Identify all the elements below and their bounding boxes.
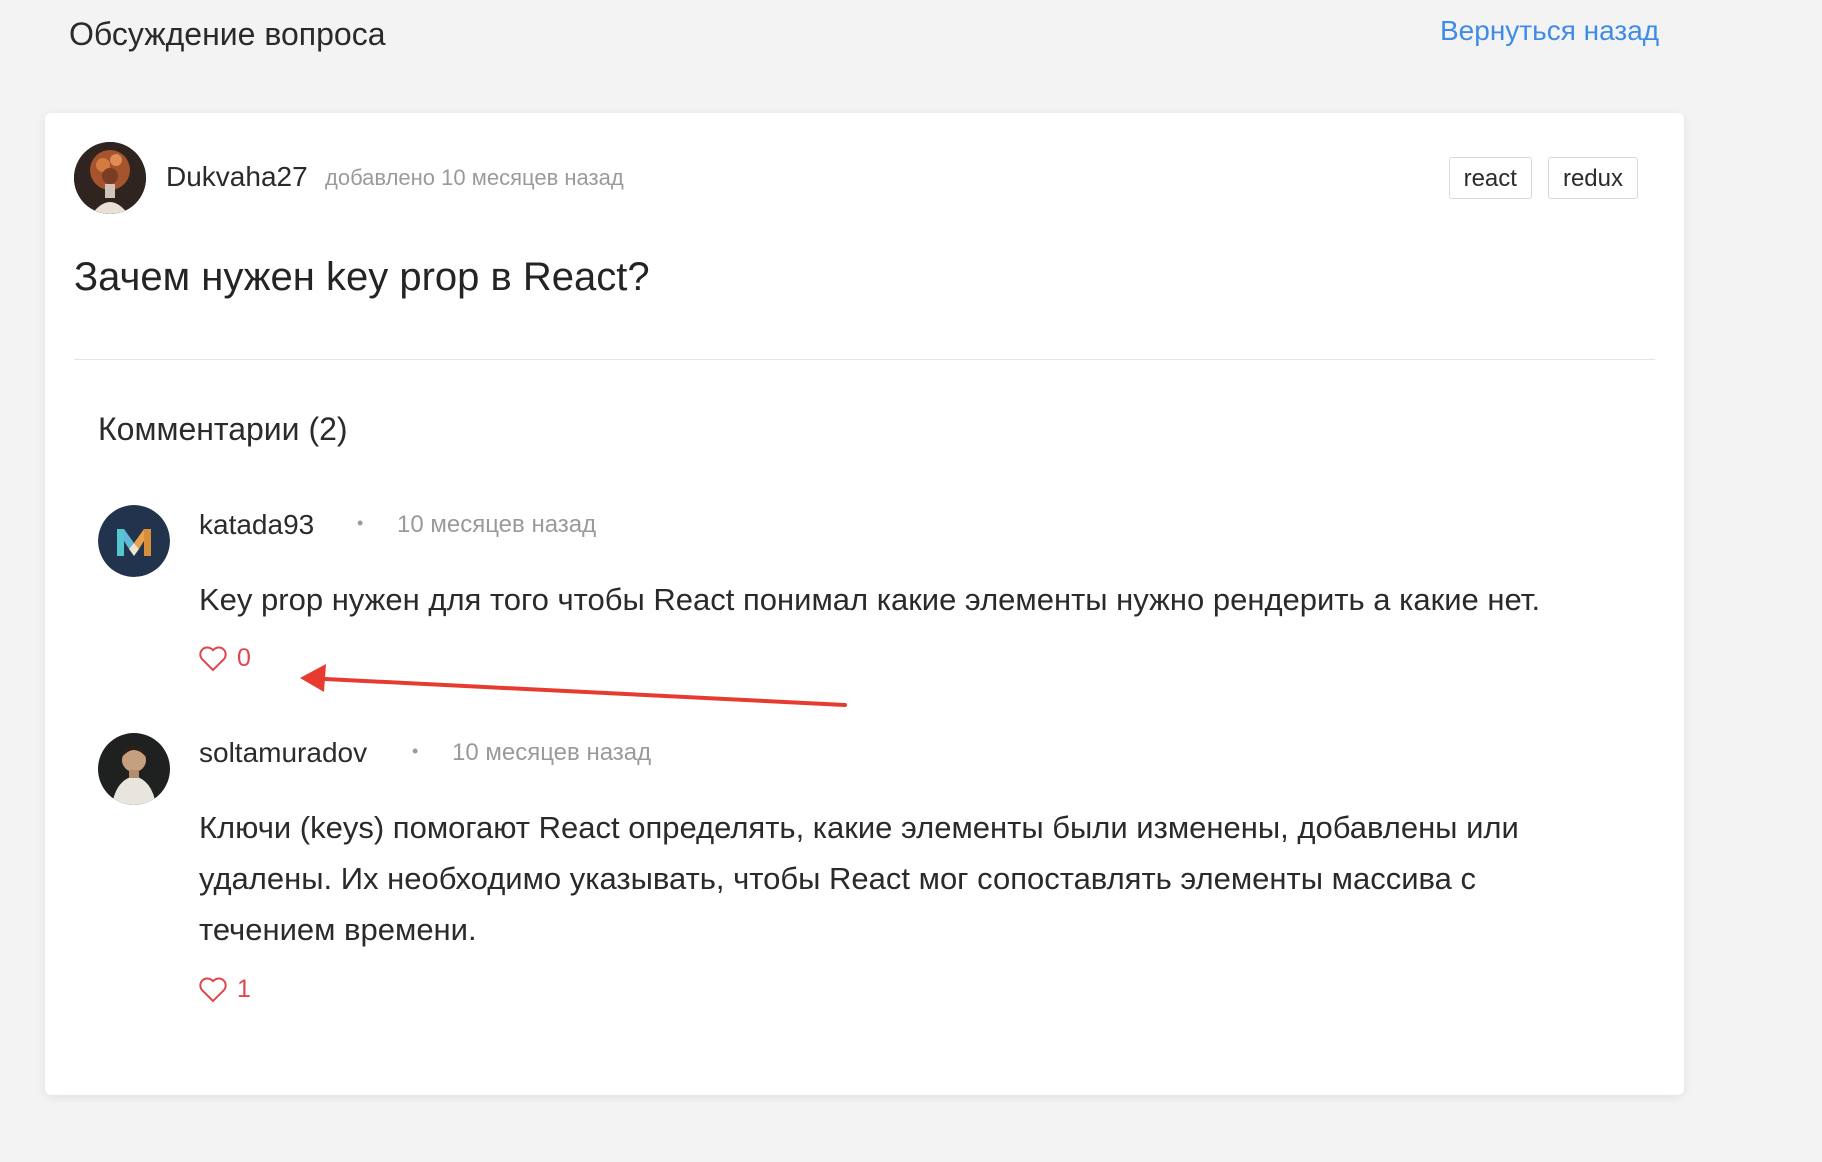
dot-separator: • xyxy=(357,513,364,533)
comment-avatar[interactable] xyxy=(98,733,170,805)
author-name[interactable]: Dukvaha27 xyxy=(166,161,308,193)
page-title: Обсуждение вопроса xyxy=(69,16,386,52)
like-count: 0 xyxy=(237,644,251,672)
dot-separator: • xyxy=(412,741,419,761)
comment-avatar[interactable] xyxy=(98,505,170,577)
like-count: 1 xyxy=(237,975,251,1003)
page-header: Обсуждение вопроса Вернуться назад xyxy=(0,0,1822,80)
divider xyxy=(74,359,1655,360)
comment-text: Ключи (keys) помогают React определять, … xyxy=(199,810,1519,947)
comment-author[interactable]: katada93 xyxy=(199,509,314,541)
tag-redux[interactable]: redux xyxy=(1547,157,1638,199)
author-avatar-image xyxy=(74,142,146,214)
comment-author[interactable]: soltamuradov xyxy=(199,737,367,769)
like-button[interactable]: 0 xyxy=(199,644,251,673)
tag-list: react redux xyxy=(1448,157,1638,199)
tag-react[interactable]: react xyxy=(1448,157,1532,199)
post-date: добавлено 10 месяцев назад xyxy=(325,165,624,190)
question-card: Dukvaha27 добавлено 10 месяцев назад rea… xyxy=(45,113,1684,1095)
like-button[interactable]: 1 xyxy=(199,975,251,1004)
comment-date: 10 месяцев назад xyxy=(452,739,652,766)
author-avatar[interactable] xyxy=(74,142,146,214)
profile-photo-avatar xyxy=(98,733,170,805)
comment-item: katada93 • 10 месяцев назад Key prop нуж… xyxy=(98,505,1618,695)
comment-date: 10 месяцев назад xyxy=(397,511,597,538)
comment-text: Key prop нужен для того чтобы React пони… xyxy=(199,582,1541,617)
comments-heading: Комментарии (2) xyxy=(98,411,348,447)
comment-item: soltamuradov • 10 месяцев назад Ключи (k… xyxy=(98,733,1618,1033)
question-title: Зачем нужен key prop в React? xyxy=(74,255,650,299)
back-link[interactable]: Вернуться назад xyxy=(1440,15,1659,47)
heart-icon xyxy=(199,646,227,671)
heart-icon xyxy=(199,977,227,1002)
m-logo-avatar xyxy=(98,505,170,577)
